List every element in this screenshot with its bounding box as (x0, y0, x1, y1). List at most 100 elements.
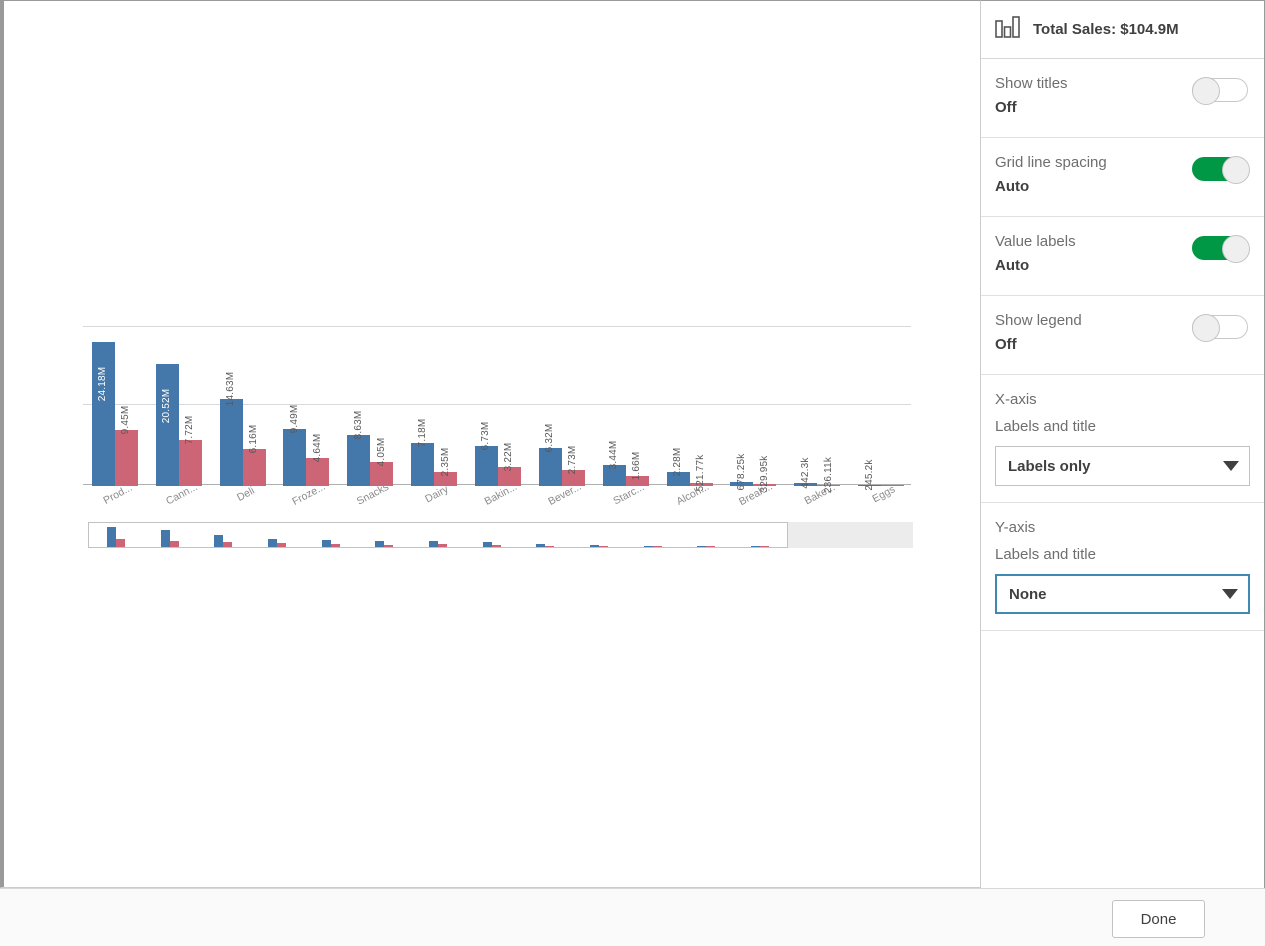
x-axis-tick[interactable]: Bever... (530, 487, 594, 527)
x-axis-tick[interactable]: Froze... (275, 487, 339, 527)
bar-group[interactable]: 6.73M 3.22M (466, 327, 530, 486)
minimap-bar (384, 545, 393, 547)
bar-group[interactable]: 6.32M2.73M (530, 327, 594, 486)
x-axis-tick[interactable]: Snacks (338, 487, 402, 527)
bar-blue[interactable]: 20.52M (156, 327, 179, 486)
show-titles-toggle[interactable] (1192, 77, 1250, 103)
x-axis-labels[interactable]: Prod...Cann...DeliFroze...SnacksDairyBak… (83, 487, 913, 527)
minimap-bar (161, 530, 170, 547)
bar-blue[interactable]: 9.49M (283, 327, 306, 486)
bar-red[interactable]: 9.45M (115, 327, 138, 486)
minimap-bar (322, 540, 331, 547)
done-button[interactable]: Done (1112, 900, 1205, 938)
bar-blue[interactable]: 6.73M (475, 327, 498, 486)
bar-value-label: 3.22M (503, 438, 515, 476)
bar-group[interactable]: 678.25k329.95k (721, 327, 785, 486)
chart-plot-area: 24.18M 9.45M 20.52M 7.72M 14.63M 6.16M 9.49M 4.… (83, 326, 913, 486)
minimap-bars (89, 523, 787, 547)
chart-properties-screen: 24.18M 9.45M 20.52M 7.72M 14.63M 6.16M 9.49M 4.… (0, 0, 1265, 946)
bar-group[interactable]: 2.28M521.77k (658, 327, 722, 486)
minimap-bar (644, 546, 653, 547)
bar-red[interactable]: 521.77k (690, 327, 713, 486)
minimap-bar (590, 545, 599, 547)
x-axis-tick-label[interactable]: Dairy (423, 483, 450, 505)
bar-red[interactable] (881, 327, 904, 486)
bar-group[interactable]: 3.44M 1.66M (594, 327, 658, 486)
prop-show-legend: Show legend Off (981, 296, 1264, 375)
chart-scrollbar-handle[interactable] (88, 522, 788, 548)
show-legend-toggle[interactable] (1192, 314, 1250, 340)
bar-group[interactable]: 24.18M 9.45M (83, 327, 147, 486)
bar-red[interactable]: 6.16M (243, 327, 266, 486)
bar-red[interactable]: 329.95k (753, 327, 776, 486)
bar-blue[interactable]: 14.63M (220, 327, 243, 486)
bar-red[interactable]: 7.72M (179, 327, 202, 486)
minimap-bar (653, 546, 662, 547)
prop-y-axis: Y-axis Labels and title None (981, 503, 1264, 631)
bar-group[interactable]: 245.2k (849, 327, 913, 486)
bar-blue[interactable]: 2.28M (667, 327, 690, 486)
bar-blue[interactable]: 24.18M (92, 327, 115, 486)
bar-blue[interactable]: 3.44M (603, 327, 626, 486)
bar-rect[interactable] (220, 399, 243, 486)
minimap-bar-group (626, 523, 680, 547)
bar-group[interactable]: 7.18M 2.35M (402, 327, 466, 486)
minimap-bar (483, 542, 492, 547)
minimap-bar-group (250, 523, 304, 547)
bar-value-label: 9.49M (289, 400, 301, 438)
bar-red[interactable]: 4.64M (306, 327, 329, 486)
x-axis-tick[interactable]: Prod... (83, 487, 147, 527)
toggle-knob (1222, 156, 1250, 184)
bar-value-label: 14.63M (225, 367, 237, 411)
toggle-knob (1222, 235, 1250, 263)
minimap-bar-group (411, 523, 465, 547)
bar-blue[interactable]: 7.18M (411, 327, 434, 486)
x-axis-selected-value: Labels only (1008, 458, 1223, 475)
x-axis-tick[interactable]: Bake... (785, 487, 849, 527)
bar-chart[interactable]: 24.18M 9.45M 20.52M 7.72M 14.63M 6.16M 9.49M 4.… (83, 326, 913, 556)
x-axis-tick[interactable]: Dairy (402, 487, 466, 527)
x-axis-tick[interactable]: Deli (211, 487, 275, 527)
bar-blue[interactable]: 6.32M (539, 327, 562, 486)
bar-value-label: 2.35M (440, 443, 452, 481)
bar-value-label: 24.18M (97, 362, 109, 406)
x-axis-tick[interactable]: Starc... (594, 487, 658, 527)
minimap-bar (429, 541, 438, 547)
bar-red[interactable]: 1.66M (626, 327, 649, 486)
x-axis-tick-label[interactable]: Deli (235, 485, 257, 504)
bar-blue[interactable]: 678.25k (730, 327, 753, 486)
x-axis-tick-label[interactable]: Eggs (870, 483, 897, 505)
x-axis-tick[interactable]: Break... (721, 487, 785, 527)
grid-line-spacing-toggle[interactable] (1192, 156, 1250, 182)
bar-red[interactable]: 2.35M (434, 327, 457, 486)
bar-red[interactable]: 3.22M (498, 327, 521, 486)
y-axis-group-label: Y-axis (995, 517, 1250, 539)
minimap-bar (492, 545, 501, 547)
bar-blue[interactable]: 8.63M (347, 327, 370, 486)
x-axis-tick[interactable]: Bakin... (466, 487, 530, 527)
minimap-bar-group (572, 523, 626, 547)
bar-value-label: 6.73M (480, 417, 492, 455)
y-axis-labels-title-dropdown[interactable]: None (995, 574, 1250, 614)
bar-value-label: 9.45M (120, 401, 132, 439)
minimap-bar (331, 544, 340, 547)
bar-blue[interactable]: 442.3k (794, 327, 817, 486)
value-labels-toggle[interactable] (1192, 235, 1250, 261)
x-axis-tick[interactable]: Alcoh... (658, 487, 722, 527)
bar-blue[interactable]: 245.2k (858, 327, 881, 486)
bar-group[interactable]: 20.52M 7.72M (147, 327, 211, 486)
minimap-bar-group (680, 523, 734, 547)
bar-value-label: 20.52M (161, 384, 173, 428)
bar-group[interactable]: 8.63M4.05M (338, 327, 402, 486)
bar-red[interactable]: 2.73M (562, 327, 585, 486)
x-axis-labels-title-dropdown[interactable]: Labels only (995, 446, 1250, 486)
bar-group[interactable]: 14.63M 6.16M (211, 327, 275, 486)
bar-red[interactable]: 236.11k (817, 327, 840, 486)
bar-value-label: 3.44M (608, 436, 620, 474)
x-axis-tick[interactable]: Eggs (849, 487, 913, 527)
bar-group[interactable]: 442.3k236.11k (785, 327, 849, 486)
bar-group[interactable]: 9.49M 4.64M (275, 327, 339, 486)
chart-scrollbar-track[interactable] (88, 522, 913, 548)
x-axis-tick[interactable]: Cann... (147, 487, 211, 527)
bar-red[interactable]: 4.05M (370, 327, 393, 486)
